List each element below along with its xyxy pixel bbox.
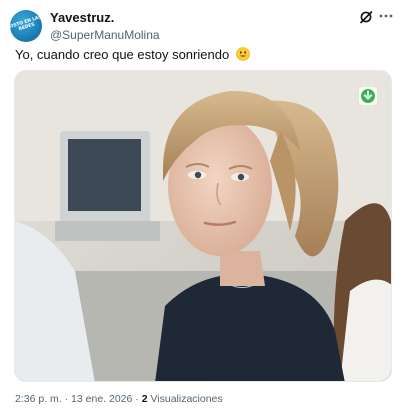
avatar-logo-text: VISTO EN LAS REDES — [10, 14, 42, 33]
tweet-text: Yo, cuando creo que estoy sonriendo — [15, 47, 250, 62]
download-icon[interactable] — [359, 87, 377, 105]
grok-icon[interactable] — [359, 10, 373, 24]
author-handle[interactable]: @SuperManuMolina — [50, 28, 160, 42]
avatar[interactable]: VISTO EN LAS REDES — [10, 10, 42, 42]
tweet-time[interactable]: 2:36 p. m. — [15, 393, 62, 405]
tweet-text-content: Yo, cuando creo que estoy sonriendo — [15, 47, 230, 62]
tweet-media-image[interactable] — [14, 70, 392, 382]
separator: · — [64, 393, 69, 405]
author-display-name[interactable]: Yavestruz. — [50, 10, 114, 25]
smiling-face-emoji-icon — [236, 47, 250, 61]
media-photo — [15, 71, 391, 381]
views-label: Visualizaciones — [150, 393, 223, 405]
tweet-card[interactable]: VISTO EN LAS REDES Yavestruz. @SuperManu… — [0, 0, 400, 417]
more-icon[interactable] — [378, 9, 394, 23]
tweet-date[interactable]: 13 ene. 2026 — [71, 393, 132, 405]
separator: · — [135, 393, 139, 405]
views-count: 2 — [141, 393, 148, 405]
tweet-meta: 2:36 p. m. · 13 ene. 2026 · 2 Visualizac… — [15, 393, 223, 405]
